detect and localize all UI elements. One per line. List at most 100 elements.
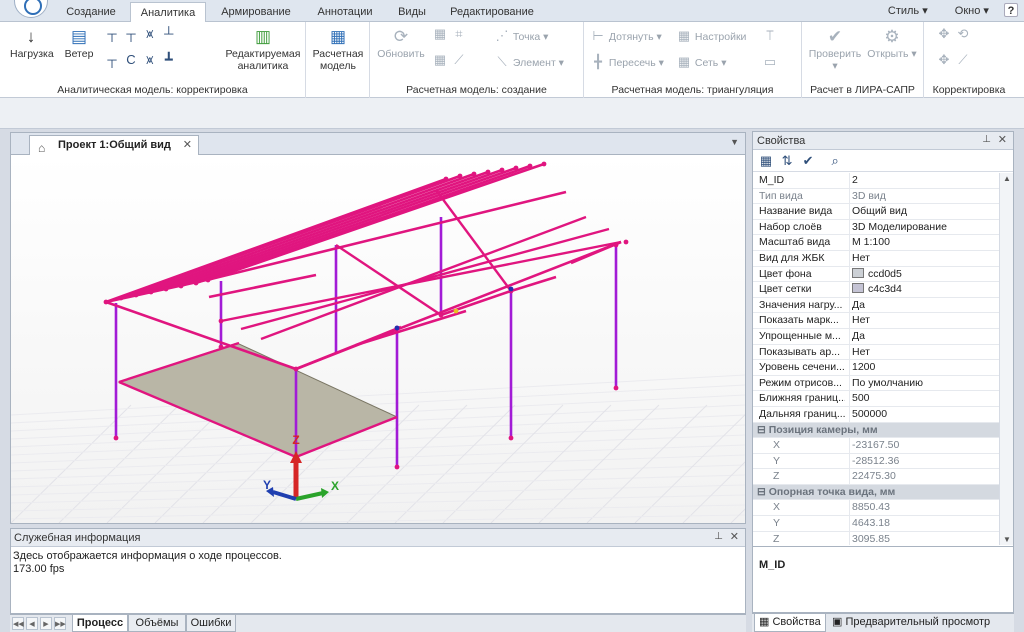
property-row[interactable]: Z 22475.30 xyxy=(753,469,999,485)
selected-node[interactable] xyxy=(508,286,514,292)
frame-node[interactable] xyxy=(103,299,109,305)
help-icon[interactable]: ? xyxy=(1004,3,1018,17)
property-value[interactable]: c4c3d4 xyxy=(849,282,999,298)
property-value[interactable]: Нет xyxy=(849,250,999,266)
categorized-icon[interactable]: ▦ xyxy=(757,153,775,169)
last-tab-icon[interactable]: ▶▶ xyxy=(54,617,66,630)
frame-node[interactable] xyxy=(113,435,119,441)
3d-viewport[interactable]: Z X Y xyxy=(11,155,745,523)
frame-node[interactable] xyxy=(471,171,477,177)
property-row[interactable]: Вид для ЖБК Нет xyxy=(753,250,999,267)
rafter[interactable] xyxy=(295,325,402,371)
mesh-button[interactable]: ▦ Сеть ▾ xyxy=(676,54,760,70)
grid-line[interactable] xyxy=(58,404,180,523)
frame-node[interactable] xyxy=(613,242,619,248)
property-value[interactable]: 1200 xyxy=(849,360,999,376)
property-row[interactable]: Y 4643.18 xyxy=(753,516,999,532)
tab-list-chevron-down-icon[interactable]: ▼ xyxy=(730,137,739,147)
pin-icon[interactable]: ⊥ xyxy=(714,531,723,542)
property-row[interactable]: Z 3095.85 xyxy=(753,531,999,545)
triang-settings-button[interactable]: ▦ Настройки xyxy=(676,28,760,44)
property-value[interactable]: Нет xyxy=(849,344,999,360)
tab-errors[interactable]: Ошибки xyxy=(186,615,236,632)
move-node-icon[interactable]: ✥ xyxy=(936,26,952,42)
tab-edit[interactable]: Редактирование xyxy=(440,2,544,22)
property-value[interactable]: 8850.43 xyxy=(849,500,999,516)
selected-node[interactable] xyxy=(394,325,400,331)
grid-line[interactable] xyxy=(586,404,708,523)
window-menu[interactable]: Окно ▾ xyxy=(943,5,989,17)
wind-button[interactable]: ▤ Ветер xyxy=(60,26,98,60)
frame-node[interactable] xyxy=(443,176,449,182)
grid-line[interactable] xyxy=(11,514,745,523)
property-row[interactable]: Ближняя границ... 500 xyxy=(753,391,999,407)
support-tool-icon[interactable]: ⩙ xyxy=(142,26,158,42)
open-button[interactable]: ⚙ Открыть ▾ xyxy=(864,26,920,60)
style-menu[interactable]: Стиль ▾ xyxy=(876,5,928,17)
property-row[interactable]: Показывать ар... Нет xyxy=(753,344,999,361)
prev-tab-icon[interactable]: ◀ xyxy=(26,617,38,630)
rafter[interactable] xyxy=(208,273,317,299)
property-row[interactable]: Цвет фона ccd0d5 xyxy=(753,266,999,283)
frame-node[interactable] xyxy=(508,435,514,441)
property-row[interactable]: Набор слоёв 3D Моделирование xyxy=(753,219,999,236)
pin-tool-icon[interactable]: ┴ xyxy=(161,26,177,41)
property-row[interactable]: Y -28512.36 xyxy=(753,453,999,470)
frame-node[interactable] xyxy=(148,289,154,295)
grid-line[interactable] xyxy=(11,484,745,504)
frame-node[interactable] xyxy=(218,344,224,350)
property-value[interactable]: Нет xyxy=(849,313,999,329)
property-row[interactable]: Название вида Общий вид xyxy=(753,204,999,220)
frame-node[interactable] xyxy=(513,165,519,171)
property-row[interactable]: Уровень сечени... 1200 xyxy=(753,360,999,376)
create-tool-icon[interactable]: ▦ xyxy=(432,26,448,42)
close-icon[interactable]: ✕ xyxy=(998,133,1007,146)
property-value[interactable]: Общий вид xyxy=(849,204,999,220)
intersect-button[interactable]: ╋ Пересечь ▾ xyxy=(590,54,678,70)
property-row[interactable]: Упрощенные м... Да xyxy=(753,328,999,345)
rotate-icon[interactable]: ⟲ xyxy=(955,26,971,42)
search-icon[interactable]: ⌕ xyxy=(826,153,844,169)
create-tool-2-icon[interactable]: ⌗ xyxy=(451,26,467,42)
calc-model-button[interactable]: ▦ Расчетная модель xyxy=(310,26,366,72)
editable-analytics-button[interactable]: ▥ Редактируемая аналитика xyxy=(224,26,302,72)
triang-tool-icon[interactable]: ⟙ xyxy=(762,28,778,44)
sort-az-icon[interactable]: ⇅ xyxy=(778,153,796,169)
close-icon[interactable]: ✕ xyxy=(183,136,192,155)
property-value[interactable]: 3095.85 xyxy=(849,531,999,545)
frame-node[interactable] xyxy=(293,366,299,372)
cc-tool-icon[interactable]: C xyxy=(123,52,139,67)
property-row[interactable]: Режим отрисов... По умолчанию xyxy=(753,375,999,392)
property-value[interactable]: 500000 xyxy=(849,406,999,422)
tab-create[interactable]: Создание xyxy=(58,2,124,22)
property-row[interactable]: Тип вида 3D вид xyxy=(753,188,999,205)
update-button[interactable]: ⟳ Обновить xyxy=(374,26,428,60)
rafter[interactable] xyxy=(570,240,622,265)
property-value[interactable]: 22475.30 xyxy=(849,469,999,485)
purlin[interactable] xyxy=(195,164,531,285)
property-row[interactable]: Показать марк... Нет xyxy=(753,313,999,329)
property-row[interactable]: Цвет сетки c4c3d4 xyxy=(753,282,999,298)
frame-node[interactable] xyxy=(623,239,629,245)
apply-check-icon[interactable]: ✔ xyxy=(799,153,817,169)
tab-reinforcement[interactable]: Армирование xyxy=(212,2,300,22)
extend-button[interactable]: ⊢ Дотянуть ▾ xyxy=(590,28,678,44)
joint-tool-2-icon[interactable]: ┬ xyxy=(123,26,139,41)
frame-node[interactable] xyxy=(218,318,224,324)
property-row[interactable]: Дальняя границ... 500000 xyxy=(753,406,999,423)
grid-line[interactable] xyxy=(11,404,132,523)
frame-node[interactable] xyxy=(613,385,619,391)
rafter[interactable] xyxy=(440,289,512,317)
scroll-up-icon[interactable]: ▲ xyxy=(1000,174,1014,183)
frame-node[interactable] xyxy=(163,286,169,292)
rafter[interactable] xyxy=(355,309,467,347)
tab-properties[interactable]: ▦ Свойства xyxy=(754,614,826,632)
joint-tool-icon[interactable]: ┬ xyxy=(104,26,120,41)
close-icon[interactable]: ✕ xyxy=(730,530,739,543)
frame-node[interactable] xyxy=(438,312,444,318)
app-logo-icon[interactable] xyxy=(14,0,48,18)
first-tab-icon[interactable]: ◀◀ xyxy=(12,617,24,630)
frame-node[interactable] xyxy=(527,163,533,169)
tab-process[interactable]: Процесс xyxy=(72,615,128,632)
property-value[interactable]: 3D Моделирование xyxy=(849,219,999,235)
